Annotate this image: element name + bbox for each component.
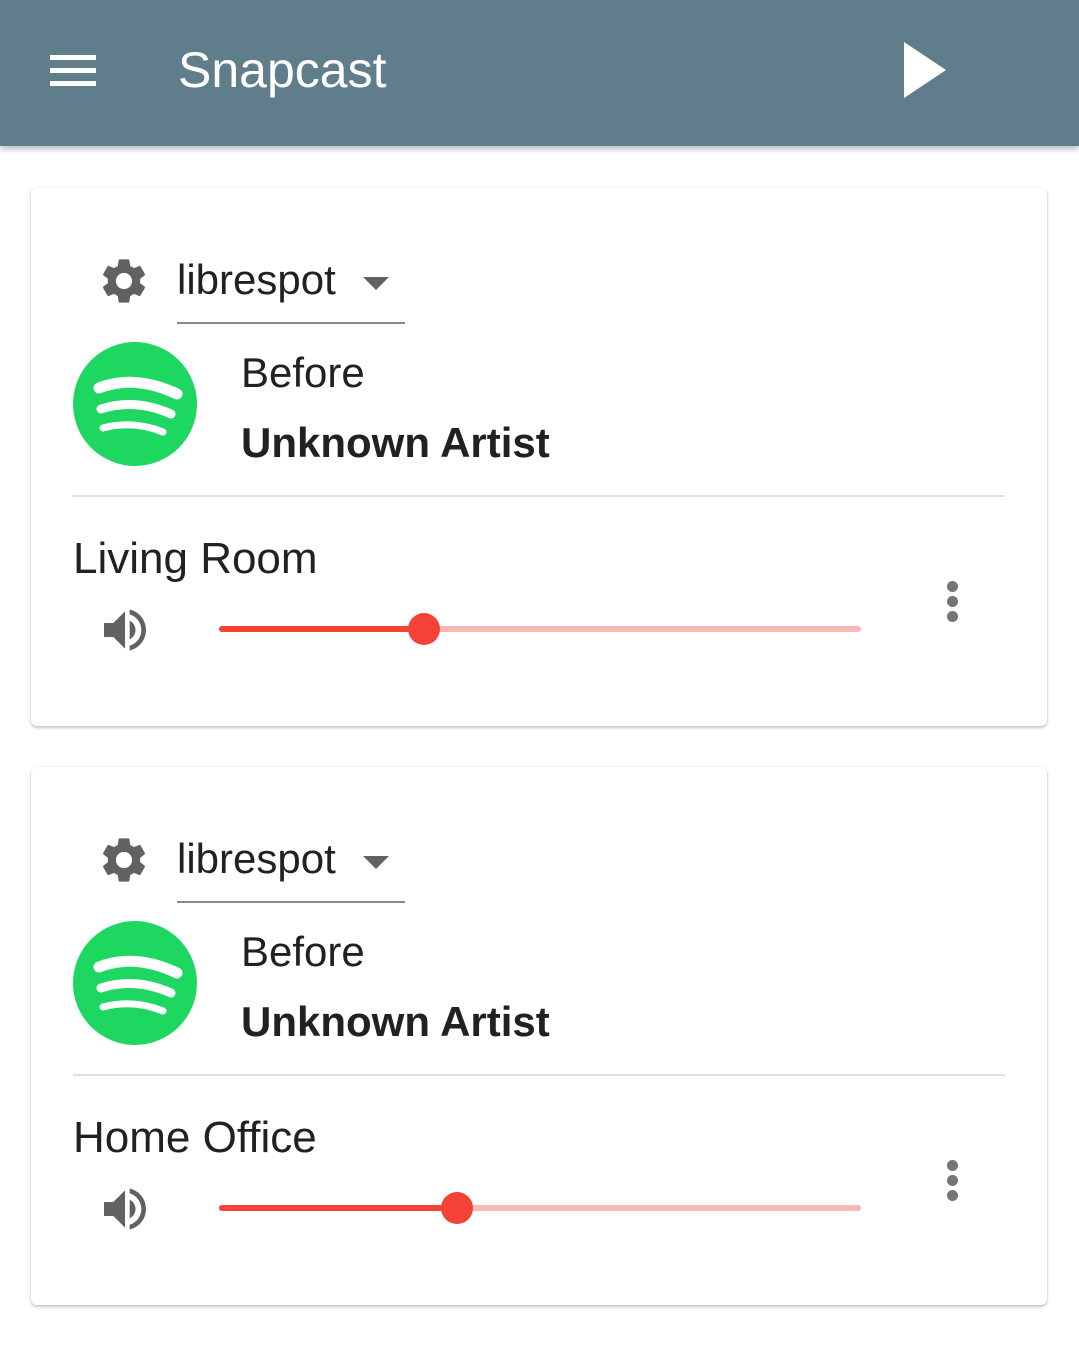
track-title: Before: [241, 928, 365, 975]
volume-slider[interactable]: [219, 1187, 861, 1229]
gear-icon[interactable]: [97, 254, 151, 308]
divider: [73, 1074, 1005, 1076]
gear-icon[interactable]: [97, 833, 151, 887]
play-icon[interactable]: [890, 30, 960, 110]
volume-icon[interactable]: [97, 1181, 153, 1237]
slider-thumb[interactable]: [408, 613, 441, 645]
more-vert-icon[interactable]: [931, 1155, 975, 1205]
stream-name: librespot: [177, 835, 336, 882]
group-card: librespot Before Unknown Artist Home Off…: [31, 767, 1047, 1305]
slider-fill: [219, 626, 425, 632]
more-vert-icon[interactable]: [931, 576, 975, 626]
slider-fill: [219, 1205, 457, 1211]
client-name: Home Office: [73, 1113, 317, 1162]
client-name: Living Room: [73, 534, 318, 583]
app-title: Snapcast: [178, 42, 387, 98]
app-bar: Snapcast: [0, 0, 1079, 146]
stream-select[interactable]: librespot: [177, 244, 405, 324]
track-title: Before: [241, 349, 365, 396]
slider-thumb[interactable]: [440, 1192, 473, 1224]
stream-name: librespot: [177, 256, 336, 303]
volume-slider[interactable]: [219, 608, 861, 650]
menu-icon[interactable]: [40, 46, 106, 96]
track-artist: Unknown Artist: [241, 998, 550, 1045]
chevron-down-icon: [361, 274, 391, 292]
track-artist: Unknown Artist: [241, 419, 550, 466]
spotify-logo-icon: [73, 921, 197, 1045]
divider: [73, 495, 1005, 497]
spotify-logo-icon: [73, 342, 197, 466]
stream-select[interactable]: librespot: [177, 823, 405, 903]
group-card: librespot Before Unknown Artist Living R…: [31, 188, 1047, 726]
volume-icon[interactable]: [97, 602, 153, 658]
chevron-down-icon: [361, 853, 391, 871]
